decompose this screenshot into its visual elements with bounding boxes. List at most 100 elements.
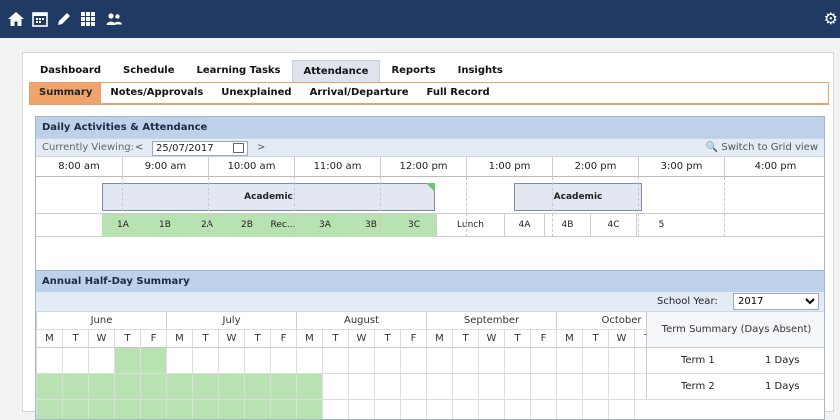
- main-card: Dashboard Schedule Learning Tasks Attendanc…: [22, 52, 834, 420]
- hour-gridline: [552, 177, 553, 237]
- hour-label: 3:00 pm: [638, 157, 724, 177]
- gear-icon[interactable]: ⚙: [824, 9, 838, 29]
- weekday-label: T: [114, 330, 140, 348]
- period-1b[interactable]: 1B: [144, 214, 186, 237]
- term-row: Term 1 1 Days: [646, 348, 824, 374]
- weekday-label: M: [556, 330, 582, 348]
- hour-label: 2:00 pm: [552, 157, 638, 177]
- subtab-arrival-departure[interactable]: Arrival/Departure: [301, 83, 418, 103]
- half-day-cell: [166, 400, 192, 419]
- weekday-label: M: [426, 330, 452, 348]
- home-icon[interactable]: [6, 9, 26, 29]
- half-day-cell: [426, 400, 452, 419]
- tab-learning-tasks[interactable]: Learning Tasks: [185, 60, 292, 82]
- half-day-cell: [114, 374, 140, 400]
- half-day-cell: [426, 348, 452, 374]
- half-day-cell: [166, 374, 192, 400]
- hour-gridline: [208, 177, 209, 237]
- weekday-label: M: [36, 330, 62, 348]
- attendance-marker-icon: [426, 183, 435, 192]
- hour-label: 4:00 pm: [724, 157, 824, 177]
- calendar-picker-icon[interactable]: [233, 143, 244, 153]
- previous-day-button[interactable]: <: [135, 142, 143, 153]
- weekday-header-row: MTWTFMTWTFMTWTFMTWTFMTWT: [36, 330, 660, 348]
- half-day-cell: [530, 374, 556, 400]
- half-day-cell: [374, 374, 400, 400]
- period-3c[interactable]: 3C: [392, 214, 436, 237]
- half-day-cell: [322, 374, 348, 400]
- half-day-cell: [270, 348, 296, 374]
- switch-to-grid-view-link[interactable]: 🔍 Switch to Grid view: [706, 142, 818, 153]
- period-lunch[interactable]: Lunch: [436, 214, 504, 237]
- half-day-cell: [504, 400, 530, 419]
- hour-gridline: [294, 177, 295, 237]
- weekday-label: T: [192, 330, 218, 348]
- half-day-cell: [608, 400, 634, 419]
- half-day-cell: [400, 374, 426, 400]
- academic-block-afternoon[interactable]: Academic: [514, 183, 642, 211]
- half-day-cell: [114, 400, 140, 419]
- academic-block-label: Academic: [244, 192, 293, 202]
- half-day-cell: [114, 348, 140, 374]
- period-4a[interactable]: 4A: [504, 214, 544, 237]
- next-day-button[interactable]: >: [257, 142, 265, 153]
- hour-label: 10:00 am: [208, 157, 294, 177]
- school-year-select[interactable]: 2017: [733, 293, 819, 310]
- half-day-cell: [218, 348, 244, 374]
- period-4b[interactable]: 4B: [544, 214, 590, 237]
- calendar-icon[interactable]: [30, 9, 50, 29]
- term-summary-table: Term Summary (Days Absent) Term 11 Days T…: [646, 312, 824, 400]
- tab-reports[interactable]: Reports: [380, 60, 447, 82]
- period-2b[interactable]: 2B: [228, 214, 266, 237]
- half-day-cell: [530, 348, 556, 374]
- hour-gridline: [380, 177, 381, 237]
- half-day-cell: [400, 400, 426, 419]
- half-day-cell: [582, 400, 608, 419]
- half-day-cell: [218, 400, 244, 419]
- tab-attendance[interactable]: Attendance: [291, 60, 381, 82]
- hour-label: 9:00 am: [122, 157, 208, 177]
- half-day-cell: [296, 400, 322, 419]
- subtab-full-record[interactable]: Full Record: [418, 83, 499, 103]
- half-day-cell: [400, 348, 426, 374]
- half-day-cell: [322, 348, 348, 374]
- subtab-unexplained[interactable]: Unexplained: [212, 83, 300, 103]
- weekday-label: T: [504, 330, 530, 348]
- subtab-notes-approvals[interactable]: Notes/Approvals: [101, 83, 212, 103]
- weekday-label: T: [374, 330, 400, 348]
- period-1a[interactable]: 1A: [102, 214, 144, 237]
- people-icon[interactable]: [104, 9, 124, 29]
- half-day-cell: [608, 374, 634, 400]
- half-day-cell: [348, 348, 374, 374]
- month-june: June: [36, 312, 166, 330]
- tab-insights[interactable]: Insights: [446, 60, 514, 82]
- hour-gridline: [122, 177, 123, 237]
- period-5[interactable]: 5: [636, 214, 686, 237]
- period-2a[interactable]: 2A: [186, 214, 228, 237]
- hour-label: 12:00 pm: [380, 157, 466, 177]
- half-day-cell: [244, 348, 270, 374]
- pencil-icon[interactable]: [54, 9, 74, 29]
- half-day-cell: [36, 348, 62, 374]
- half-day-cell: [556, 348, 582, 374]
- half-day-cell: [192, 400, 218, 419]
- tab-dashboard[interactable]: Dashboard: [29, 60, 112, 82]
- period-3b[interactable]: 3B: [350, 214, 392, 237]
- weekday-label: F: [140, 330, 166, 348]
- period-3a[interactable]: 3A: [300, 214, 350, 237]
- half-day-cell: [478, 374, 504, 400]
- weekday-label: W: [218, 330, 244, 348]
- daily-activities-panel: Daily Activities & Attendance Currently …: [35, 116, 825, 274]
- subtab-summary[interactable]: Summary: [30, 83, 102, 103]
- timeline: Academic Academic 1A 1B 2A 2B Rec... 3A 3B 3C Lu…: [36, 177, 824, 273]
- half-day-cell: [62, 400, 88, 419]
- period-4c[interactable]: 4C: [590, 214, 636, 237]
- grid-icon[interactable]: [78, 9, 98, 29]
- annual-summary-panel: Annual Half-Day Summary School Year: 201…: [35, 270, 825, 420]
- tab-schedule[interactable]: Schedule: [112, 60, 186, 82]
- half-day-cell: [62, 374, 88, 400]
- half-day-cell: [36, 374, 62, 400]
- month-header-row: June July August September October: [36, 312, 686, 330]
- half-day-cell: [322, 400, 348, 419]
- academic-block-morning[interactable]: Academic: [102, 183, 435, 211]
